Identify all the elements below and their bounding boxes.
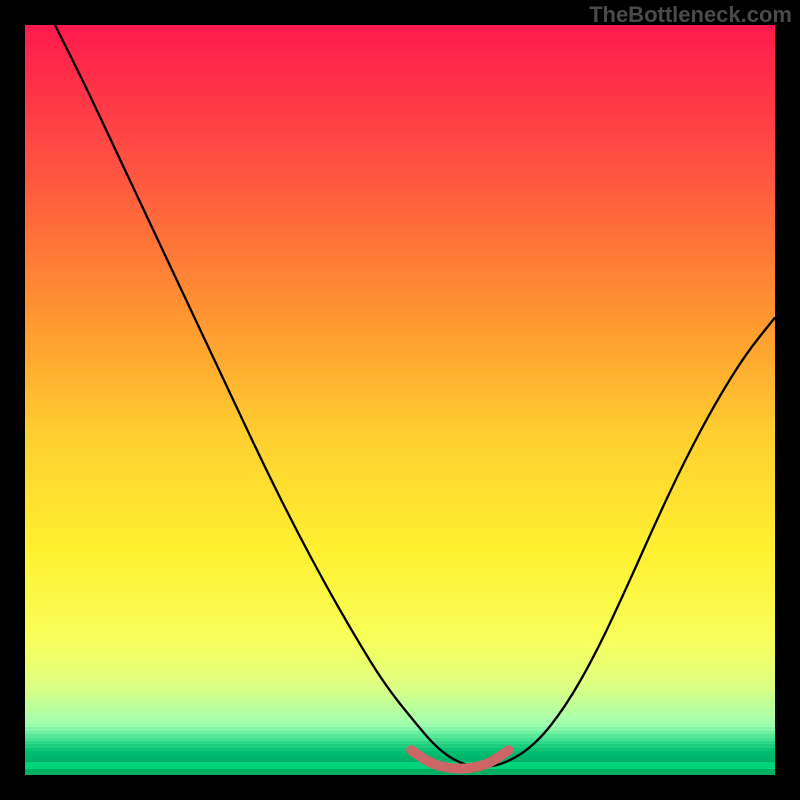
- bottleneck-chart: TheBottleneck.com: [0, 0, 800, 800]
- plot-area: [25, 25, 775, 775]
- watermark-text: TheBottleneck.com: [589, 2, 792, 28]
